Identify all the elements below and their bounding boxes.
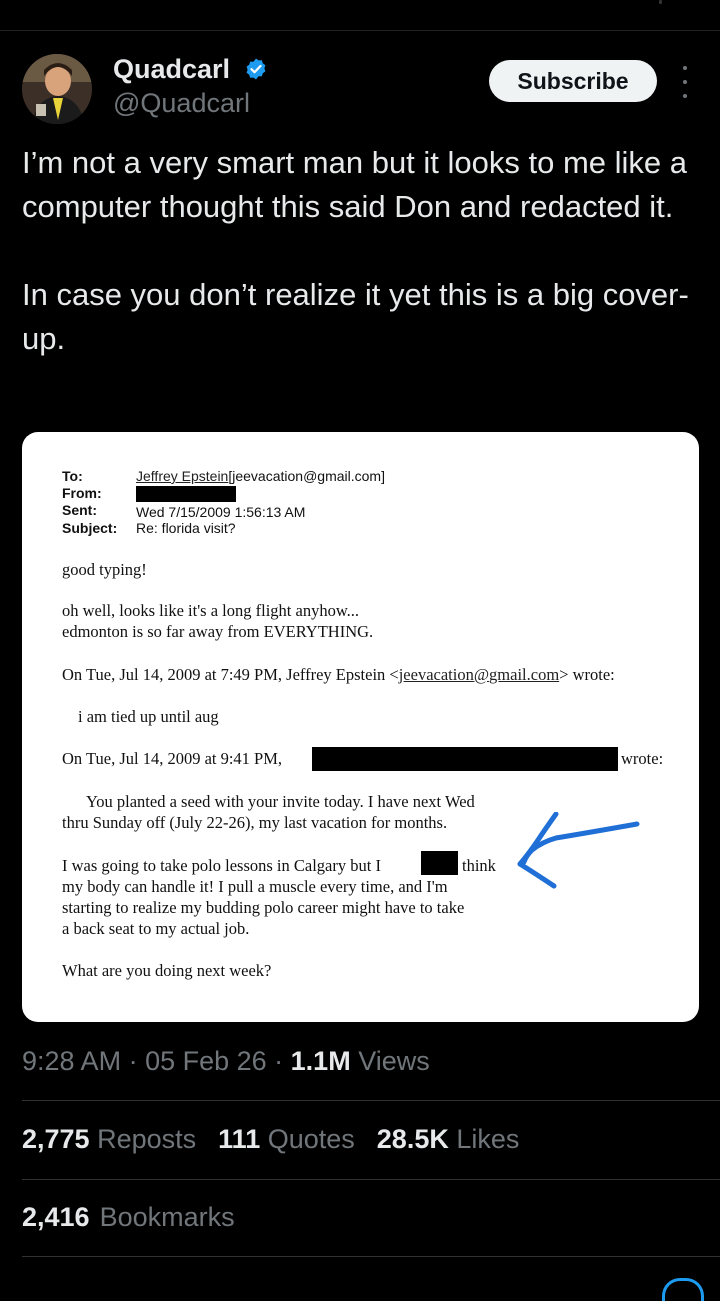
body-redaction bbox=[421, 851, 458, 875]
body-line-1: You planted a seed with your invite toda… bbox=[86, 792, 475, 811]
subject-value: Re: florida visit? bbox=[136, 520, 236, 536]
tweet-paragraph-1: I’m not a very smart man but it looks to… bbox=[22, 145, 688, 224]
tweet-time[interactable]: 9:28 AM bbox=[22, 1046, 121, 1076]
body-line-3b: think bbox=[462, 856, 496, 875]
to-value: Jeffrey Epstein[jeevacation@gmail.com] bbox=[136, 468, 385, 484]
quote2-redaction bbox=[312, 747, 618, 771]
tweet-paragraph-2: In case you don’t realize it yet this is… bbox=[22, 277, 689, 356]
verified-badge-icon bbox=[246, 58, 266, 80]
views-count: 1.1M bbox=[290, 1046, 351, 1076]
email-line-flight: oh well, looks like it's a long flight a… bbox=[62, 601, 360, 620]
tweet-date[interactable]: 05 Feb 26 bbox=[145, 1046, 267, 1076]
author-handle[interactable]: @Quadcarl bbox=[113, 88, 250, 119]
body-line-5: starting to realize my budding polo care… bbox=[62, 898, 465, 917]
more-options-icon[interactable] bbox=[676, 66, 694, 98]
quote2-wrote: wrote: bbox=[621, 749, 664, 768]
quote1-header: On Tue, Jul 14, 2009 at 7:49 PM, Jeffrey… bbox=[62, 665, 615, 684]
top-divider bbox=[0, 30, 720, 31]
quotes-link[interactable]: 111 Quotes bbox=[218, 1124, 355, 1154]
reposts-link[interactable]: 2,775 Reposts bbox=[22, 1124, 196, 1154]
body-line-7: What are you doing next week? bbox=[62, 961, 272, 980]
tweet-text: I’m not a very smart man but it looks to… bbox=[22, 141, 692, 361]
body-line-6: a back seat to my actual job. bbox=[62, 919, 250, 938]
sent-value: Wed 7/15/2009 1:56:13 AM bbox=[136, 504, 306, 520]
likes-link[interactable]: 28.5K Likes bbox=[377, 1124, 520, 1154]
from-label: From: bbox=[62, 485, 102, 501]
bookmarks-link[interactable]: 2,416 Bookmarks bbox=[22, 1202, 235, 1233]
avatar[interactable] bbox=[22, 54, 92, 124]
author-name[interactable]: Quadcarl bbox=[113, 54, 230, 85]
divider-3 bbox=[22, 1256, 720, 1257]
email-document: To: Jeffrey Epstein[jeevacation@gmail.co… bbox=[22, 432, 699, 1022]
divider-1 bbox=[22, 1100, 720, 1101]
subject-label: Subject: bbox=[62, 520, 118, 536]
from-redaction bbox=[136, 486, 236, 502]
sent-label: Sent: bbox=[62, 502, 97, 518]
body-line-4: my body can handle it! I pull a muscle e… bbox=[62, 877, 448, 896]
email-line-good-typing: good typing! bbox=[62, 560, 147, 579]
quote2-header: On Tue, Jul 14, 2009 at 9:41 PM, bbox=[62, 749, 283, 768]
arrow-annotation bbox=[517, 812, 640, 889]
views-label: Views bbox=[350, 1046, 430, 1076]
engagement-stats: 2,775 Reposts 111 Quotes 28.5K Likes bbox=[22, 1124, 541, 1155]
email-line-edmonton: edmonton is so far away from EVERYTHING. bbox=[62, 622, 374, 641]
tweet-meta: 9:28 AM · 05 Feb 26 · 1.1M Views bbox=[22, 1046, 430, 1076]
top-dot bbox=[659, 0, 662, 4]
subscribe-button[interactable]: Subscribe bbox=[489, 60, 657, 102]
divider-2 bbox=[22, 1179, 720, 1180]
to-label: To: bbox=[62, 468, 83, 484]
tweet-image[interactable]: To: Jeffrey Epstein[jeevacation@gmail.co… bbox=[22, 432, 699, 1022]
body-line-2: thru Sunday off (July 22-26), my last va… bbox=[62, 813, 448, 832]
body-line-3a: I was going to take polo lessons in Calg… bbox=[62, 856, 381, 875]
quote1-body: i am tied up until aug bbox=[78, 707, 219, 726]
